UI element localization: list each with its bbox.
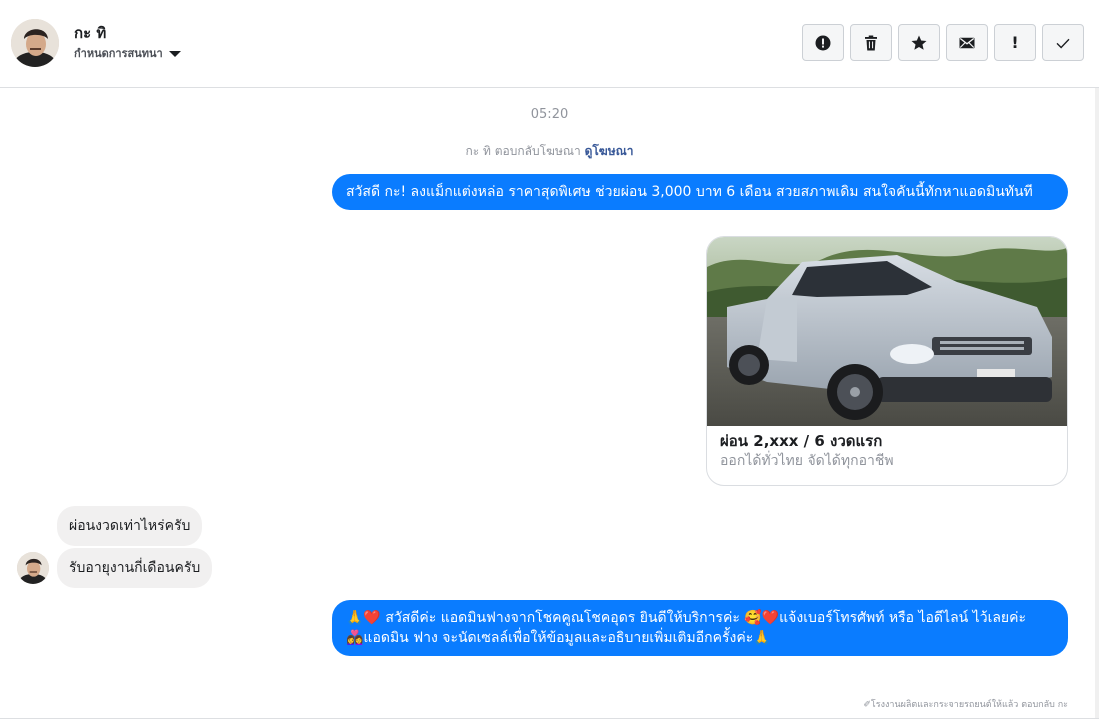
message-timestamp: 05:20 <box>530 107 569 122</box>
conversation-options-dropdown[interactable]: กำหนดการสนทนา <box>74 44 181 62</box>
star-icon <box>911 35 927 50</box>
view-ad-link[interactable]: ดูโฆษณา <box>585 144 634 158</box>
header-actions: ! <box>802 24 1084 61</box>
ad-reply-text: กะ ทิ ตอบกลับโฆษณา <box>465 144 581 158</box>
trash-icon <box>865 35 877 50</box>
thread-scrollbar[interactable] <box>1095 88 1099 718</box>
envelope-icon <box>959 37 975 48</box>
outgoing-message-line: 👩‍❤️‍👩แอดมิน ฟาง จะนัดเซลล์เพื่อให้ข้อมู… <box>346 630 771 646</box>
checkmark-icon <box>1056 38 1070 48</box>
car-photo <box>707 237 1067 426</box>
incoming-message[interactable]: ผ่อนงวดเท่าไหร่ครับ <box>57 506 203 546</box>
outgoing-message-line: 🙏❤️ สวัสดีค่ะ แอดมินฟางจากโชคคูณโชคอุดร … <box>346 610 1027 626</box>
ad-reply-notice: กะ ทิ ตอบกลับโฆษณา ดูโฆษณา <box>0 142 1099 161</box>
mark-done-button[interactable] <box>1042 24 1084 61</box>
conversation-options-label: กำหนดการสนทนา <box>74 47 163 60</box>
delete-button[interactable] <box>850 24 892 61</box>
priority-button[interactable]: ! <box>994 24 1036 61</box>
ad-card[interactable]: ผ่อน 2,xxx / 6 งวดแรก ออกได้ทั่วไทย จัดไ… <box>706 236 1068 486</box>
contact-avatar[interactable] <box>11 19 59 67</box>
sender-note: ✐โรงงานผลิตและกระจายรถยนต์ให้แล้ว ตอบกลั… <box>863 700 1068 710</box>
message-thread[interactable]: 05:20 กะ ทิ ตอบกลับโฆษณา ดูโฆษณา สวัสดี … <box>0 88 1099 718</box>
mark-unread-button[interactable] <box>946 24 988 61</box>
contact-name: กะ ทิ <box>74 24 107 42</box>
outgoing-message[interactable]: 🙏❤️ สวัสดีค่ะ แอดมินฟางจากโชคคูณโชคอุดร … <box>332 600 1068 656</box>
alert-circle-icon <box>815 35 831 50</box>
report-spam-button[interactable] <box>802 24 844 61</box>
exclamation-icon: ! <box>1011 33 1019 52</box>
star-button[interactable] <box>898 24 940 61</box>
ad-card-subtitle: ออกได้ทั่วไทย จัดได้ทุกอาชีพ <box>720 453 894 469</box>
conversation-header: กะ ทิ กำหนดการสนทนา ! <box>0 0 1099 88</box>
caret-down-icon <box>168 51 181 57</box>
sender-avatar[interactable] <box>17 552 49 584</box>
incoming-message[interactable]: รับอายุงานกี่เดือนครับ <box>57 548 213 588</box>
outgoing-message[interactable]: สวัสดี กะ! ลงแม็กแต่งหล่อ ราคาสุดพิเศษ ช… <box>332 174 1068 210</box>
